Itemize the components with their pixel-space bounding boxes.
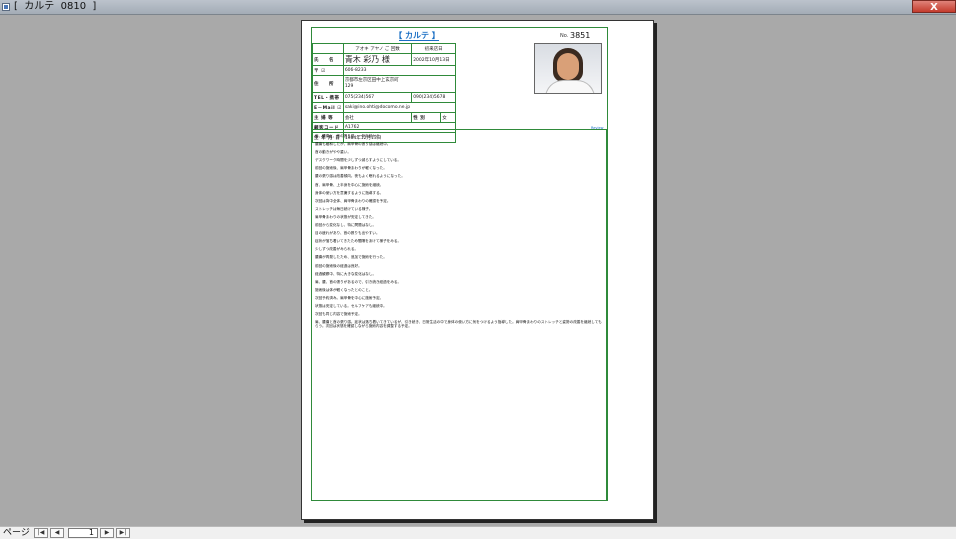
tel: 075(234)567 (342, 92, 413, 103)
note-line: 前回の施術後の経過は良好。 (315, 263, 362, 268)
gender-label: 性 別 (411, 112, 442, 123)
postal-code: 606-8233 (342, 65, 457, 76)
tel-label: TEL・携帯 (312, 92, 344, 103)
empty-cell (312, 43, 344, 54)
customer-name: 青木 彩乃 様 (342, 53, 413, 66)
note-line: 前回から変化なし、特に問題はなし。 (315, 223, 377, 228)
note-line: 次回も同じ内容で施術予定。 (315, 312, 362, 317)
note-line: 腰の張り感は改善傾向。夜もよく眠れるようになった。 (315, 174, 405, 179)
email: saki@ino.ohti@docomo.ne.jp (342, 102, 457, 113)
note-line: 肩、腰痛と、首の張り感。一年半前から。 (315, 134, 384, 138)
note-line: 次回予約済み。肩甲骨を中心に施術予定。 (315, 295, 384, 300)
name-label: 氏 名 (312, 53, 344, 66)
treatment-notes: 肩、腰痛と、首の張り感。一年半前から。 腰痛も緩和したが、肩甲骨の張り感は継続中… (311, 129, 607, 501)
window-titlebar: [ カルテ 0810 ] X (0, 0, 956, 15)
note-line: 次回は背中全体、肩甲骨まわりの確認を予定。 (315, 198, 391, 203)
note-line: 施術後は体が軽くなったとのこと。 (315, 287, 373, 292)
photo-face (557, 53, 579, 80)
first-visit-header: 初来店日 (411, 43, 456, 54)
page-navigation-bar: ページ |◀ ◀ 1 ▶ ▶| (0, 526, 956, 539)
window-title: [ カルテ 0810 ] (14, 1, 97, 12)
close-button[interactable]: X (912, 0, 956, 13)
note-line: 前回の施術後、肩甲骨まわりが軽くなった。 (315, 166, 387, 171)
record-number: 3851 (570, 31, 591, 40)
note-line: 身体の使い方を意識するように指導する。 (315, 190, 384, 195)
note-line: 腰痛も緩和したが、肩甲骨の張り感は継続中。 (315, 142, 391, 147)
next-page-button[interactable]: ▶ (100, 528, 114, 538)
photo-shirt (545, 80, 595, 93)
mobile: 090(234)5678 (411, 92, 456, 103)
first-page-button[interactable]: |◀ (34, 528, 48, 538)
address-label: 住 所 (312, 75, 344, 93)
note-line: ストレッチは毎日続けている様子。 (315, 206, 373, 211)
customer-photo (534, 43, 602, 94)
email-label: E－Mail ☑ (312, 102, 344, 113)
karte-page: 【 カルテ 】 No. 3851 アオキ アヤノ ご 回数 初来店日 氏 名 青… (301, 20, 654, 520)
postal-label: 〒 ☑ (312, 65, 344, 76)
page-number-input[interactable]: 1 (68, 528, 98, 538)
note-line: 症状が落ち着いてきたため間隔をあけて様子をみる。 (315, 239, 402, 244)
job: 会社 (342, 112, 413, 123)
title-underline (399, 40, 439, 41)
note-line: 肩甲骨まわりの状態が安定してきた。 (315, 214, 376, 219)
address: 京都市左京区田中上玄京町 129 (342, 75, 457, 93)
note-line: 状態は安定している。セルフケアも継続中。 (315, 303, 387, 308)
checkbox-icon: ☑ (321, 68, 326, 74)
email-label-text: E－Mail (314, 105, 336, 111)
furigana-header: アオキ アヤノ ご 回数 (342, 43, 413, 54)
record-number-label: No. (560, 33, 569, 39)
prev-page-button[interactable]: ◀ (50, 528, 64, 538)
first-visit-date: 2002年10月13日 (411, 53, 456, 66)
last-page-button[interactable]: ▶| (116, 528, 130, 538)
note-line: デスクワーク時間を少しずつ減らすようにしている。 (315, 158, 401, 163)
gender: 女 (440, 112, 456, 123)
note-line: 少しずつ改善がみられる。 (315, 247, 359, 252)
note-line: 腰痛が再発したため、追加で施術を行った。 (315, 255, 387, 260)
note-line: 首の動きがやや重い。 (315, 150, 351, 155)
address-line2: 129 (344, 84, 354, 89)
page-label: ページ (3, 528, 30, 538)
note-line: 首、肩甲骨、上半身を中心に施術を継続。 (315, 182, 384, 187)
customer-info-table: アオキ アヤノ ご 回数 初来店日 氏 名 青木 彩乃 様 2002年10月13… (312, 43, 457, 143)
note-line: 肩、腰、首の張りがあるので、引き続き経過をみる。 (315, 279, 402, 284)
postal-label-text: 〒 (314, 68, 319, 74)
app-icon (2, 3, 10, 11)
job-label: 主 婦 等 (312, 112, 344, 123)
note-line: 目の疲れがあり、首の張りも出やすい。 (315, 231, 380, 236)
note-line: 経過観察中、特に大きな変化はなし。 (315, 271, 377, 276)
frame-line-right (607, 27, 608, 501)
note-paragraph: 肩、腰痛と首の張り感。症状は落ち着いてきているが、引き続き、日常生活の中で身体の… (315, 320, 602, 329)
checkbox-icon: ☑ (337, 105, 342, 111)
frame-line-top (311, 27, 607, 28)
